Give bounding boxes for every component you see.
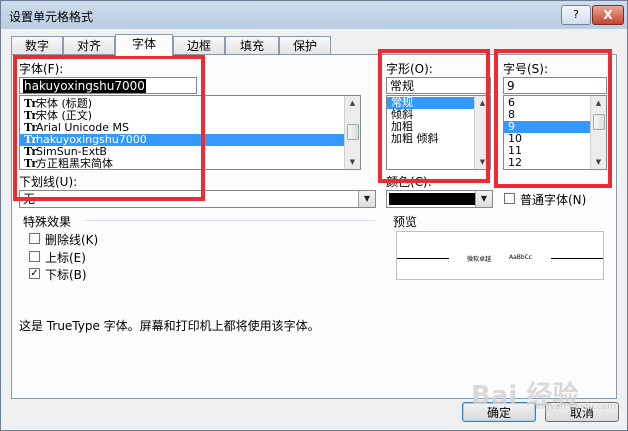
scroll-down-icon[interactable]: ▼ [345,155,360,169]
preview-sample-cjk: 微软卓越 [467,256,492,263]
scroll-thumb[interactable] [347,124,359,140]
effects-group-title: 特殊效果 [23,215,72,229]
subscript-checkbox[interactable]: ✓ [29,268,40,279]
normal-font-label: 普通字体(N) [520,193,587,207]
preview-box: 微软卓越 AaBbCc [396,231,604,280]
tab-protection[interactable]: 保护 [279,36,331,55]
divider [85,220,375,221]
chevron-down-icon[interactable]: ▼ [358,191,375,207]
annotation-box-size [494,49,612,188]
baseline-right [551,258,603,259]
preview-sample-latin: AaBbCc [509,254,533,261]
close-button[interactable]: X [592,5,624,25]
annotation-box-style [378,49,490,183]
dialog-title: 设置单元格格式 [9,10,94,24]
help-button[interactable]: ? [561,5,591,25]
tab-font[interactable]: 字体 [115,34,173,56]
baseline-left [397,258,449,259]
strikethrough-label: 删除线(K) [45,233,99,247]
annotation-box-font [13,55,205,201]
superscript-label: 上标(E) [45,251,86,265]
font-list-scrollbar[interactable]: ▲ ▼ [344,96,360,169]
normal-font-checkbox[interactable] [504,193,515,204]
tab-number[interactable]: 数字 [11,36,63,55]
superscript-checkbox[interactable] [29,251,40,262]
color-select[interactable]: ▼ [386,190,493,208]
scroll-up-icon[interactable]: ▲ [345,96,360,110]
title-bar: 设置单元格格式 ? X [1,1,627,29]
color-swatch [389,193,475,205]
strikethrough-checkbox[interactable] [29,233,40,244]
format-cells-dialog: 设置单元格格式 ? X 数字 对齐 字体 边框 填充 保护 字体(F): hak… [0,0,628,431]
watermark-url: jingyan.baidu.com [533,402,617,412]
tab-border[interactable]: 边框 [173,36,225,55]
tab-alignment[interactable]: 对齐 [63,36,115,55]
chevron-down-icon[interactable]: ▼ [475,191,492,207]
info-text: 这是 TrueType 字体。屏幕和打印机上都将使用该字体。 [19,319,320,333]
tab-fill[interactable]: 填充 [225,36,279,55]
subscript-label: 下标(B) [45,268,87,282]
preview-group-title: 预览 [393,215,418,229]
